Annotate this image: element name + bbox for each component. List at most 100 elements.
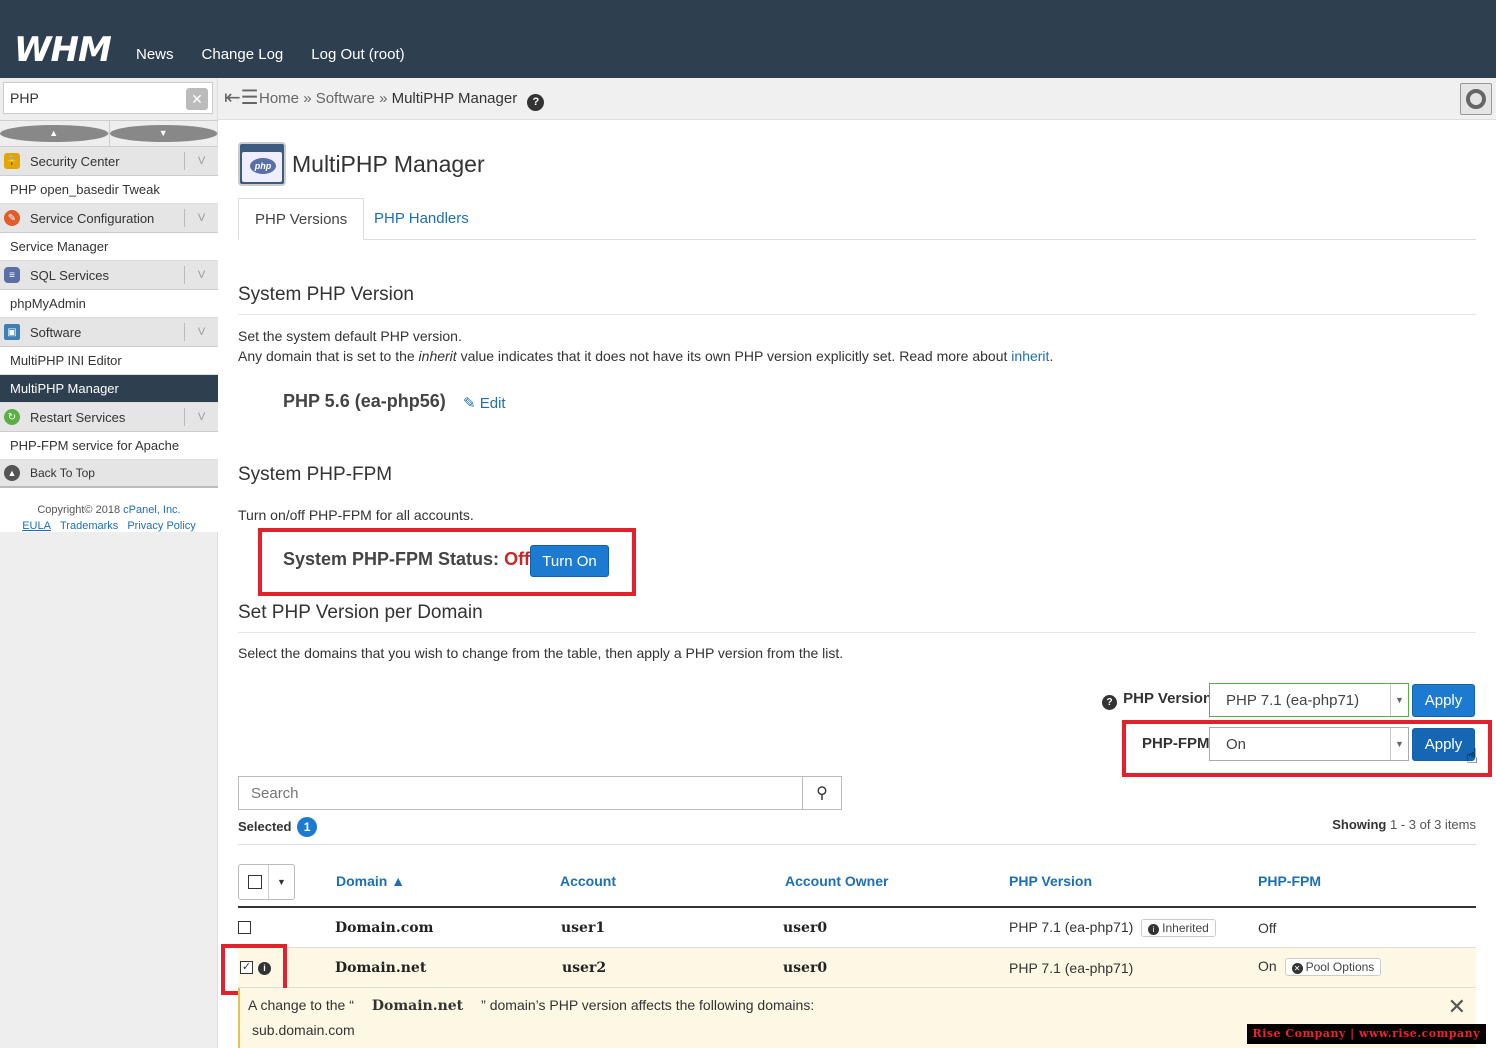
sidebar-search-input[interactable]	[4, 83, 174, 113]
chevron-down-icon[interactable]: V	[184, 323, 218, 341]
sidebar-category-restart-services[interactable]: ↻ Restart Services V	[0, 403, 218, 432]
breadcrumb-software[interactable]: Software	[316, 90, 375, 107]
chevron-down-icon[interactable]: V	[184, 408, 218, 426]
edit-system-php-link[interactable]: ✎ Edit	[463, 394, 506, 412]
sidebar-item-service-manager[interactable]: Service Manager	[0, 233, 218, 261]
inherit-link[interactable]: inherit	[1011, 348, 1049, 364]
help-icon[interactable]: ?	[527, 94, 545, 111]
table-row[interactable]: Domain.com user1 user0 PHP 7.1 (ea-php71…	[238, 908, 1476, 948]
lock-icon: 🔒	[4, 153, 20, 169]
system-php-line1: Set the system default PHP version.	[238, 328, 462, 344]
row-php-version: PHP 7.1 (ea-php71) i Inherited	[1009, 919, 1216, 937]
tab-php-versions[interactable]: PHP Versions	[238, 198, 365, 240]
lifebuoy-icon	[1466, 89, 1486, 109]
breadcrumb-bar: ⇤☰ Home » Software » MultiPHP Manager ?	[218, 78, 1496, 120]
pencil-icon: ✎	[463, 395, 476, 412]
domain-search-input[interactable]	[239, 777, 802, 809]
menu-toggle-icon[interactable]: ⇤☰	[224, 88, 259, 108]
chevron-down-icon[interactable]: V	[184, 152, 218, 170]
system-php-current: PHP 5.6 (ea-php56)	[283, 391, 446, 411]
select-all-checkbox[interactable]	[248, 875, 262, 889]
chevron-up-icon: ▲	[0, 125, 109, 142]
close-icon[interactable]: ✕	[1448, 994, 1466, 1020]
help-icon[interactable]: ?	[1102, 695, 1117, 710]
sidebar-item-phpmyadmin[interactable]: phpMyAdmin	[0, 290, 218, 318]
per-domain-heading: Set PHP Version per Domain	[238, 602, 1476, 633]
showing-info: Showing 1 - 3 of 3 items	[1332, 817, 1476, 832]
table-row[interactable]: ✓ i Domain.net user2 user0 PHP 7.1 (ea-p…	[238, 948, 1476, 988]
restart-icon: ↻	[4, 409, 20, 425]
system-fpm-heading: System PHP-FPM	[238, 464, 393, 485]
turn-on-fpm-button[interactable]: Turn On	[530, 545, 609, 577]
sidebar-category-sql-services[interactable]: ≡ SQL Services V	[0, 261, 218, 290]
tab-php-handlers[interactable]: PHP Handlers	[358, 198, 485, 240]
domain-table-header: ▼ Domain ▲ Account Account Owner PHP Ver…	[238, 844, 1476, 908]
nav-change-log[interactable]: Change Log	[202, 46, 284, 63]
col-php-fpm[interactable]: PHP-FPM	[1258, 873, 1321, 889]
selected-label: Selected	[238, 819, 292, 834]
sidebar-item-php-open-basedir[interactable]: PHP open_basedir Tweak	[0, 176, 218, 204]
back-to-top-label: Back To Top	[30, 466, 95, 480]
row-php-value: PHP 7.1 (ea-php71)	[1009, 919, 1134, 935]
sidebar-item-multiphp-manager[interactable]: MultiPHP Manager	[0, 375, 218, 403]
line2-post: value indicates that it does not have it…	[460, 348, 1008, 364]
eula-link[interactable]: EULA	[22, 520, 51, 532]
php-icon: php	[238, 142, 286, 186]
php-fpm-select[interactable]: On ▼	[1209, 727, 1409, 761]
row-fpm: Off	[1258, 920, 1277, 936]
row-fpm-value: On	[1258, 958, 1277, 974]
nav-logout[interactable]: Log Out (root)	[311, 46, 404, 63]
sidebar-category-label: Service Configuration	[30, 210, 155, 226]
sidebar-category-software[interactable]: ▣ Software V	[0, 318, 218, 347]
chevron-down-icon: ▼	[109, 125, 218, 142]
select-all-control[interactable]: ▼	[238, 864, 295, 900]
back-to-top-button[interactable]: ▲ Back To Top	[0, 460, 218, 488]
system-php-line2: Any domain that is set to the inherit va…	[238, 346, 1053, 366]
sidebar-category-security-center[interactable]: 🔒 Security Center V	[0, 147, 218, 176]
search-icon[interactable]: ⚲	[802, 777, 841, 809]
nav-news[interactable]: News	[136, 46, 174, 63]
col-account[interactable]: Account	[560, 873, 616, 889]
sidebar-category-service-configuration[interactable]: ✎ Service Configuration V	[0, 204, 218, 233]
sidebar-category-label: SQL Services	[30, 267, 109, 283]
pointer-cursor-icon: ☝	[1466, 746, 1479, 768]
clear-search-icon[interactable]: ✕	[186, 88, 208, 110]
sidebar-item-multiphp-ini-editor[interactable]: MultiPHP INI Editor	[0, 347, 218, 375]
selected-count: Selected 1	[238, 817, 318, 837]
fpm-status-label: System PHP-FPM Status:	[283, 549, 500, 569]
support-lifebuoy-button[interactable]	[1460, 83, 1492, 115]
showing-label: Showing	[1332, 817, 1387, 832]
line2-pre: Any domain that is set to the	[238, 348, 415, 364]
showing-value: 1 - 3 of 3 items	[1390, 817, 1476, 832]
breadcrumb-current: MultiPHP Manager	[391, 90, 518, 107]
col-account-owner[interactable]: Account Owner	[785, 873, 888, 889]
row-domain: Domain.net	[335, 960, 427, 976]
col-domain[interactable]: Domain ▲	[336, 873, 405, 889]
row-checkbox[interactable]	[238, 921, 251, 934]
sidebar-copyright: Copyright© 2018 cPanel, Inc. EULA Tradem…	[0, 488, 218, 532]
chevron-down-icon: ▼	[1390, 728, 1408, 760]
php-version-value: PHP 7.1 (ea-php71)	[1226, 692, 1360, 709]
sidebar-item-php-fpm-apache[interactable]: PHP-FPM service for Apache	[0, 432, 218, 460]
pool-options-button[interactable]: ✕ Pool Options	[1284, 958, 1382, 976]
domain-search: ⚲	[238, 776, 842, 810]
notice-post: ” domain’s PHP version affects the follo…	[481, 997, 815, 1013]
chevron-down-icon[interactable]: V	[184, 209, 218, 227]
sidebar-category-label: Software	[30, 324, 82, 340]
collapse-all-button[interactable]: ▲	[0, 121, 110, 146]
breadcrumb-home[interactable]: Home	[259, 90, 299, 107]
chevron-down-icon[interactable]: V	[184, 266, 218, 284]
whm-logo[interactable]: WHM	[14, 30, 112, 70]
system-php-heading: System PHP Version	[238, 284, 1476, 315]
software-icon: ▣	[4, 324, 20, 340]
privacy-policy-link[interactable]: Privacy Policy	[127, 520, 195, 532]
trademarks-link[interactable]: Trademarks	[60, 520, 118, 532]
caret-down-icon[interactable]: ▼	[268, 865, 294, 899]
expand-all-button[interactable]: ▼	[109, 121, 218, 146]
php-version-select[interactable]: PHP 7.1 (ea-php71) ▼	[1209, 683, 1409, 717]
sidebar-search: ✕	[3, 82, 213, 114]
per-domain-desc: Select the domains that you wish to chan…	[238, 645, 844, 661]
apply-php-version-button[interactable]: Apply	[1412, 684, 1475, 717]
col-php-version[interactable]: PHP Version	[1009, 873, 1092, 889]
cpanel-link[interactable]: cPanel, Inc.	[123, 504, 180, 516]
